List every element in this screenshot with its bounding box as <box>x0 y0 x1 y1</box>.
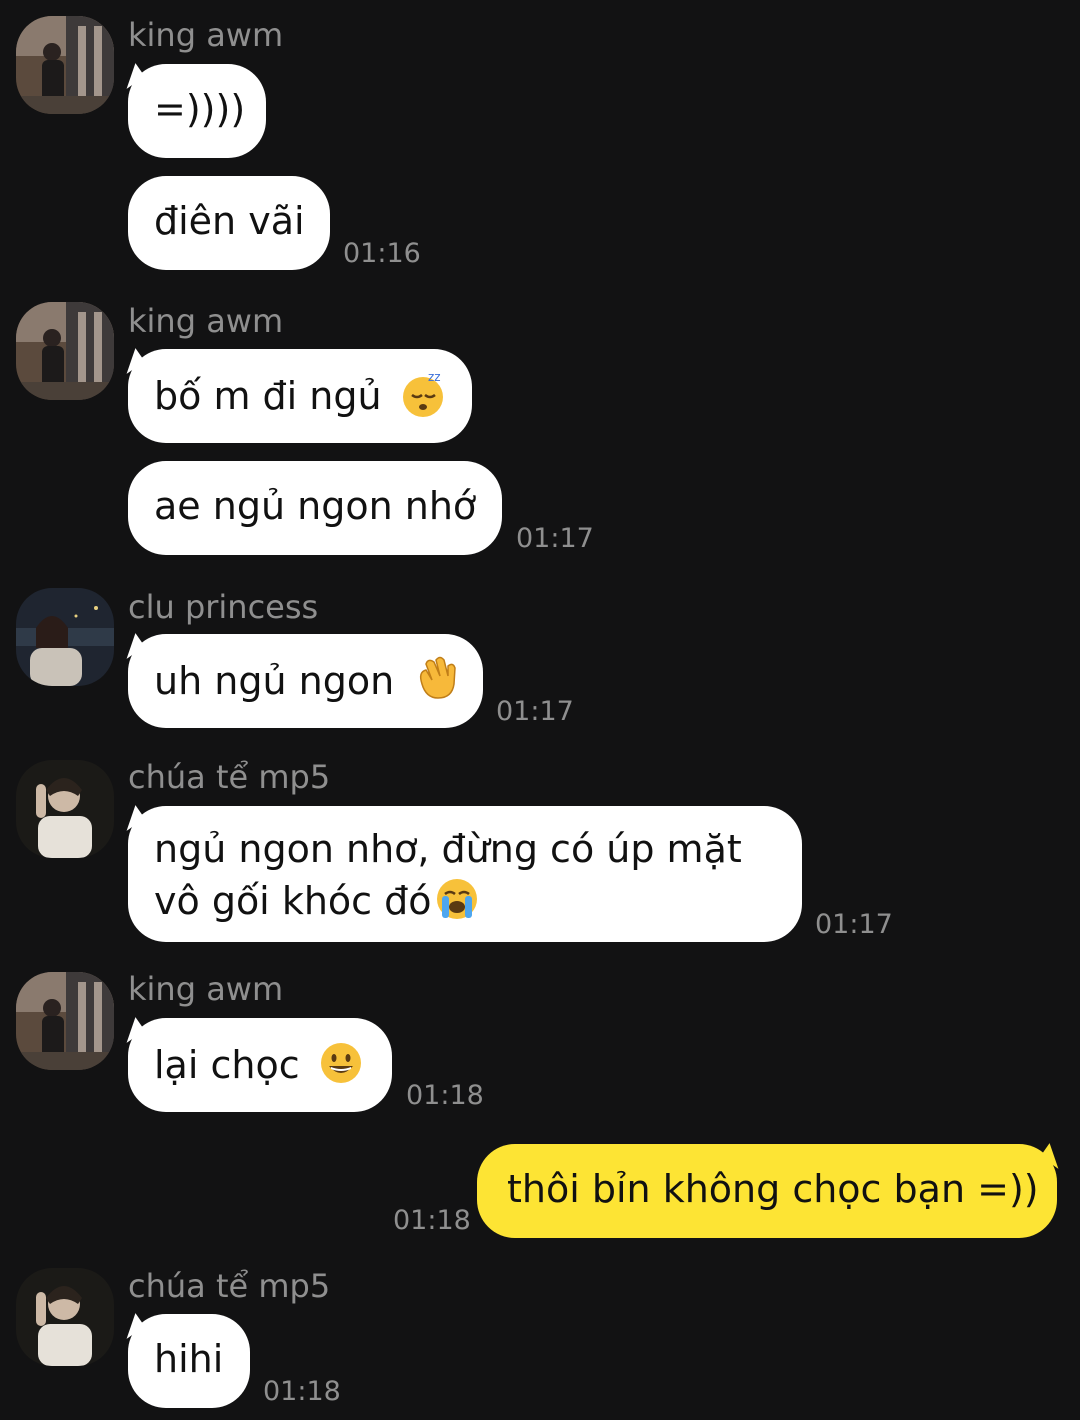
avatar[interactable] <box>16 1268 114 1366</box>
message-text: điên vãi <box>154 199 305 243</box>
message-bubble[interactable]: lại chọc <box>128 1018 392 1112</box>
message-timestamp: 01:17 <box>516 523 594 554</box>
message-timestamp: 01:17 <box>815 909 893 940</box>
message-bubble[interactable]: =)))) <box>128 64 266 158</box>
waving-hand-icon <box>420 656 457 699</box>
sleeping-face-icon: zz <box>402 370 443 417</box>
message-timestamp: 01:18 <box>406 1080 484 1111</box>
sender-name: king awm <box>128 970 284 1008</box>
message-text: hihi <box>154 1337 224 1381</box>
message-text: lại chọc <box>154 1043 300 1087</box>
message-text-line: ngủ ngon nhơ, đừng có úp mặt <box>154 827 742 871</box>
message-bubble[interactable]: ae ngủ ngon nhớ <box>128 461 502 555</box>
message-text: vô gối khóc đó <box>154 879 432 923</box>
message-bubble-outgoing[interactable]: thôi bỉn không chọc bạn =)) <box>477 1144 1057 1238</box>
message-text: thôi bỉn không chọc bạn =)) <box>507 1167 1039 1211</box>
message-bubble[interactable]: ngủ ngon nhơ, đừng có úp mặt vô gối khóc… <box>128 806 802 942</box>
avatar[interactable] <box>16 16 114 114</box>
avatar[interactable] <box>16 302 114 400</box>
message-bubble[interactable]: uh ngủ ngon <box>128 634 483 728</box>
message-text: =)))) <box>154 87 246 131</box>
sender-name: chúa tể mp5 <box>128 758 331 796</box>
sender-name: king awm <box>128 16 284 54</box>
message-text-line: vô gối khóc đó <box>154 874 776 926</box>
grinning-face-icon <box>320 1043 361 1083</box>
avatar[interactable] <box>16 588 114 686</box>
avatar[interactable] <box>16 760 114 858</box>
message-timestamp: 01:16 <box>343 238 421 269</box>
message-bubble[interactable]: điên vãi <box>128 176 330 270</box>
sender-name: chúa tể mp5 <box>128 1267 331 1305</box>
svg-text:zz: zz <box>428 370 441 384</box>
message-timestamp: 01:18 <box>263 1376 341 1407</box>
message-timestamp: 01:18 <box>393 1205 471 1236</box>
avatar[interactable] <box>16 972 114 1070</box>
message-text: bố m đi ngủ <box>154 374 382 418</box>
message-timestamp: 01:17 <box>496 696 574 727</box>
sender-name: clu princess <box>128 588 319 626</box>
message-bubble[interactable]: hihi <box>128 1314 250 1408</box>
message-text: ae ngủ ngon nhớ <box>154 484 477 528</box>
message-text: uh ngủ ngon <box>154 659 395 703</box>
sender-name: king awm <box>128 302 284 340</box>
loudly-crying-face-icon <box>436 879 477 919</box>
message-bubble[interactable]: bố m đi ngủ zz <box>128 349 472 443</box>
